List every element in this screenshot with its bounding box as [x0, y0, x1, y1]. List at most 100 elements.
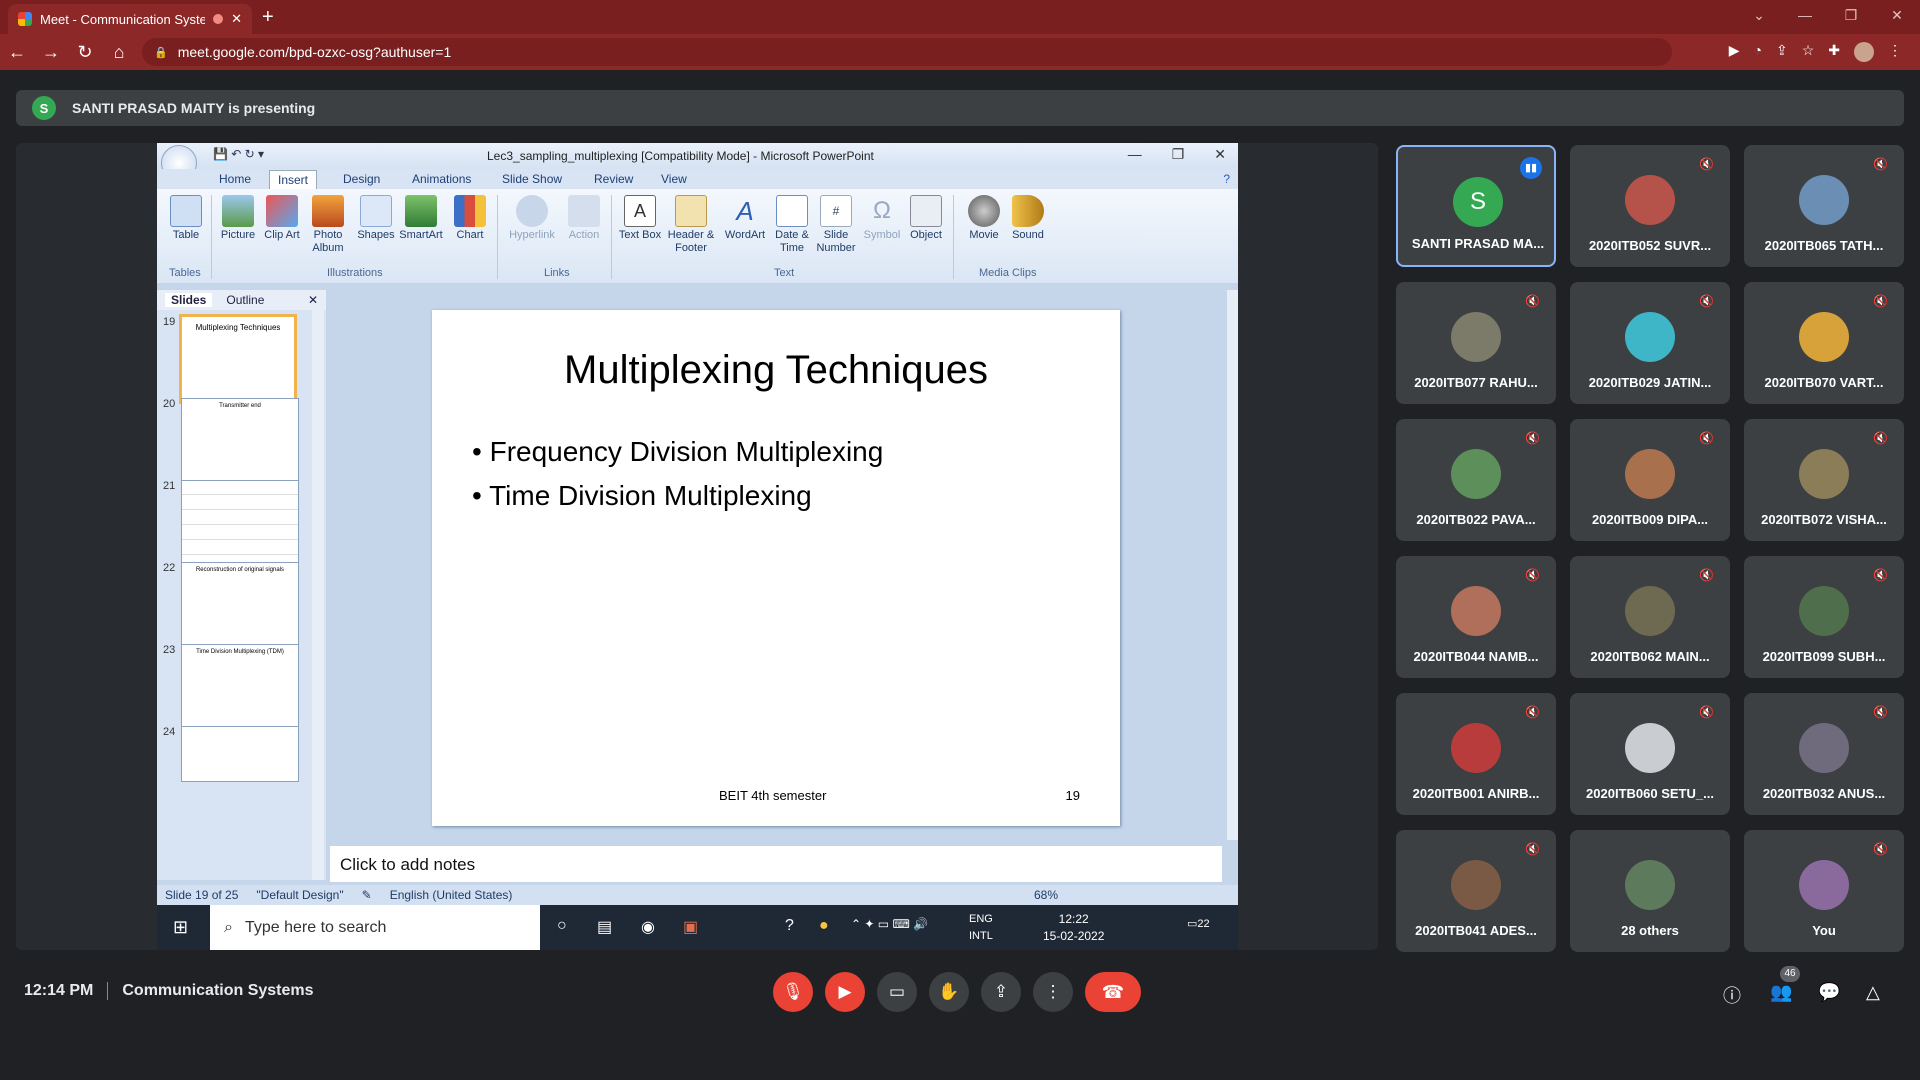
participant-tile[interactable]: 2020ITB072 VISHA... 🔇 [1744, 419, 1904, 541]
participant-tile[interactable]: 2020ITB065 TATH... 🔇 [1744, 145, 1904, 267]
bookmark-star-icon[interactable]: ☆ [1802, 42, 1815, 62]
notes-pane[interactable]: Click to add notes [330, 846, 1222, 882]
participant-tile[interactable]: 2020ITB044 NAMB... 🔇 [1396, 556, 1556, 678]
smartart-button[interactable]: SmartArt [395, 195, 447, 242]
slides-panel-scrollbar[interactable] [312, 310, 324, 880]
powerpoint-taskbar-icon[interactable]: ▣ [683, 917, 698, 937]
movie-button[interactable]: Movie [961, 195, 1007, 242]
table-button[interactable]: Table [163, 195, 209, 242]
slide-thumbnail-23[interactable]: Time Division Multiplexing (TDM) [181, 644, 299, 734]
participant-tile[interactable]: S SANTI PRASAD MA... ▮▮ [1396, 145, 1556, 267]
date-time-button[interactable]: Date & Time [769, 195, 815, 255]
chrome-taskbar-icon[interactable]: ◉ [641, 917, 655, 937]
chat-icon[interactable]: 💬 [1818, 982, 1840, 1003]
tab-slide-show[interactable]: Slide Show [502, 172, 562, 186]
slide-number-button[interactable]: # Slide Number [813, 195, 859, 255]
taskbar-search-box[interactable]: ⌕ Type here to search [210, 905, 540, 950]
close-tab-icon[interactable]: ✕ [231, 11, 242, 27]
spellcheck-icon[interactable]: ✎ [362, 888, 372, 902]
slide-scrollbar[interactable] [1227, 290, 1238, 840]
cortana-icon[interactable]: ○ [557, 917, 567, 935]
captions-button[interactable]: ▭ [877, 972, 917, 1012]
tab-review[interactable]: Review [594, 172, 633, 186]
raise-hand-button[interactable]: ✋ [929, 972, 969, 1012]
slide-thumbnail-19[interactable]: Multiplexing Techniques [179, 314, 297, 404]
weather-icon[interactable]: ● [819, 917, 829, 935]
participant-tile[interactable]: 2020ITB099 SUBH... 🔇 [1744, 556, 1904, 678]
clip-art-button[interactable]: Clip Art [259, 195, 305, 242]
camera-toggle-button[interactable]: ▶ [825, 972, 865, 1012]
browser-tab[interactable]: Meet - Communication Syste ✕ [8, 4, 252, 34]
photo-album-button[interactable]: Photo Album [305, 195, 351, 255]
quick-access-toolbar[interactable]: 💾 ↶ ↻ ▾ [213, 147, 264, 161]
meeting-info-icon[interactable]: ⓘ [1723, 982, 1741, 1008]
current-slide[interactable]: Multiplexing Techniques Frequency Divisi… [432, 310, 1120, 826]
help-icon[interactable]: ? [1223, 172, 1230, 186]
menu-dots-icon[interactable]: ⋮ [1888, 42, 1902, 62]
slides-tab[interactable]: Slides [165, 293, 213, 307]
microphone-toggle-button[interactable]: 🎙 [773, 972, 813, 1012]
participant-tile[interactable]: 2020ITB052 SUVR... 🔇 [1570, 145, 1730, 267]
participant-tile[interactable]: 2020ITB041 ADES... 🔇 [1396, 830, 1556, 952]
help-taskbar-icon[interactable]: ? [785, 917, 794, 935]
object-button[interactable]: Object [903, 195, 949, 242]
text-box-button[interactable]: A Text Box [617, 195, 663, 242]
reload-button[interactable]: ↻ [68, 42, 102, 63]
tab-view[interactable]: View [661, 172, 687, 186]
wordart-button[interactable]: A WordArt [719, 195, 771, 242]
forward-button[interactable]: → [34, 42, 68, 63]
windows-start-icon[interactable]: ⊞ [173, 917, 188, 938]
shapes-button[interactable]: Shapes [353, 195, 399, 242]
participant-tile[interactable]: You 🔇 [1744, 830, 1904, 952]
tab-search-icon[interactable]: ⌄ [1736, 0, 1782, 30]
participant-tile[interactable]: 2020ITB022 PAVA... 🔇 [1396, 419, 1556, 541]
camera-icon[interactable]: ▶ [1729, 42, 1740, 62]
notification-center-icon[interactable]: ▭22 [1187, 917, 1210, 930]
extensions-puzzle-icon[interactable]: ✚ [1828, 42, 1840, 62]
back-button[interactable]: ← [0, 42, 34, 63]
address-bar[interactable]: 🔒 meet.google.com/bpd-ozxc-osg?authuser=… [142, 38, 1672, 66]
participant-tile[interactable]: 2020ITB070 VART... 🔇 [1744, 282, 1904, 404]
participant-tile[interactable]: 2020ITB032 ANUS... 🔇 [1744, 693, 1904, 815]
participant-tile[interactable]: 2020ITB077 RAHU... 🔇 [1396, 282, 1556, 404]
notification-icon[interactable]: ◔ [1754, 42, 1762, 62]
action-button[interactable]: Action [561, 195, 607, 242]
slide-thumbnail-22[interactable]: Reconstruction of original signals [181, 562, 299, 652]
participant-tile[interactable]: 2020ITB062 MAIN... 🔇 [1570, 556, 1730, 678]
share-icon[interactable]: ⇪ [1776, 42, 1788, 62]
restore-button[interactable]: ❐ [1828, 0, 1874, 30]
tab-design[interactable]: Design [343, 172, 380, 186]
slide-thumbnail-21[interactable] [181, 480, 299, 570]
people-icon[interactable]: 👥 [1770, 982, 1792, 1003]
symbol-button[interactable]: Ω Symbol [859, 195, 905, 242]
activities-icon[interactable]: △ [1866, 982, 1880, 1003]
slide-thumbnail-20[interactable]: Transmitter end [181, 398, 299, 488]
participant-tile[interactable]: 2020ITB001 ANIRB... 🔇 [1396, 693, 1556, 815]
ppt-restore-button[interactable]: ❐ [1172, 146, 1185, 163]
present-now-button[interactable]: ⇪ [981, 972, 1021, 1012]
lock-icon[interactable]: 🔒 [154, 46, 168, 59]
input-language[interactable]: ENG INTL [969, 911, 993, 945]
outline-tab[interactable]: Outline [226, 293, 264, 307]
zoom-level[interactable]: 68% [1034, 888, 1058, 902]
tab-insert[interactable]: Insert [269, 170, 318, 189]
header-footer-button[interactable]: Header & Footer [663, 195, 719, 255]
taskbar-clock[interactable]: 12:22 15-02-2022 [1043, 911, 1104, 945]
participant-tile[interactable]: 2020ITB029 JATIN... 🔇 [1570, 282, 1730, 404]
tray-icons[interactable]: ⌃ ✦ ▭ ⌨ 🔊 [851, 917, 928, 931]
picture-button[interactable]: Picture [215, 195, 261, 242]
tab-home[interactable]: Home [219, 172, 251, 186]
participant-tile[interactable]: 2020ITB009 DIPA... 🔇 [1570, 419, 1730, 541]
minimize-button[interactable]: — [1782, 0, 1828, 30]
leave-call-button[interactable]: ☎ [1085, 972, 1141, 1012]
sound-button[interactable]: Sound [1005, 195, 1051, 242]
ppt-close-button[interactable]: ✕ [1214, 146, 1226, 163]
profile-avatar[interactable] [1854, 42, 1874, 62]
hyperlink-button[interactable]: Hyperlink [503, 195, 561, 242]
participant-tile[interactable]: 2020ITB060 SETU_... 🔇 [1570, 693, 1730, 815]
slide-thumbnail-24[interactable] [181, 726, 299, 782]
chart-button[interactable]: Chart [447, 195, 493, 242]
home-button[interactable]: ⌂ [102, 42, 136, 63]
new-tab-button[interactable]: + [262, 6, 274, 29]
more-options-button[interactable]: ⋮ [1033, 972, 1073, 1012]
